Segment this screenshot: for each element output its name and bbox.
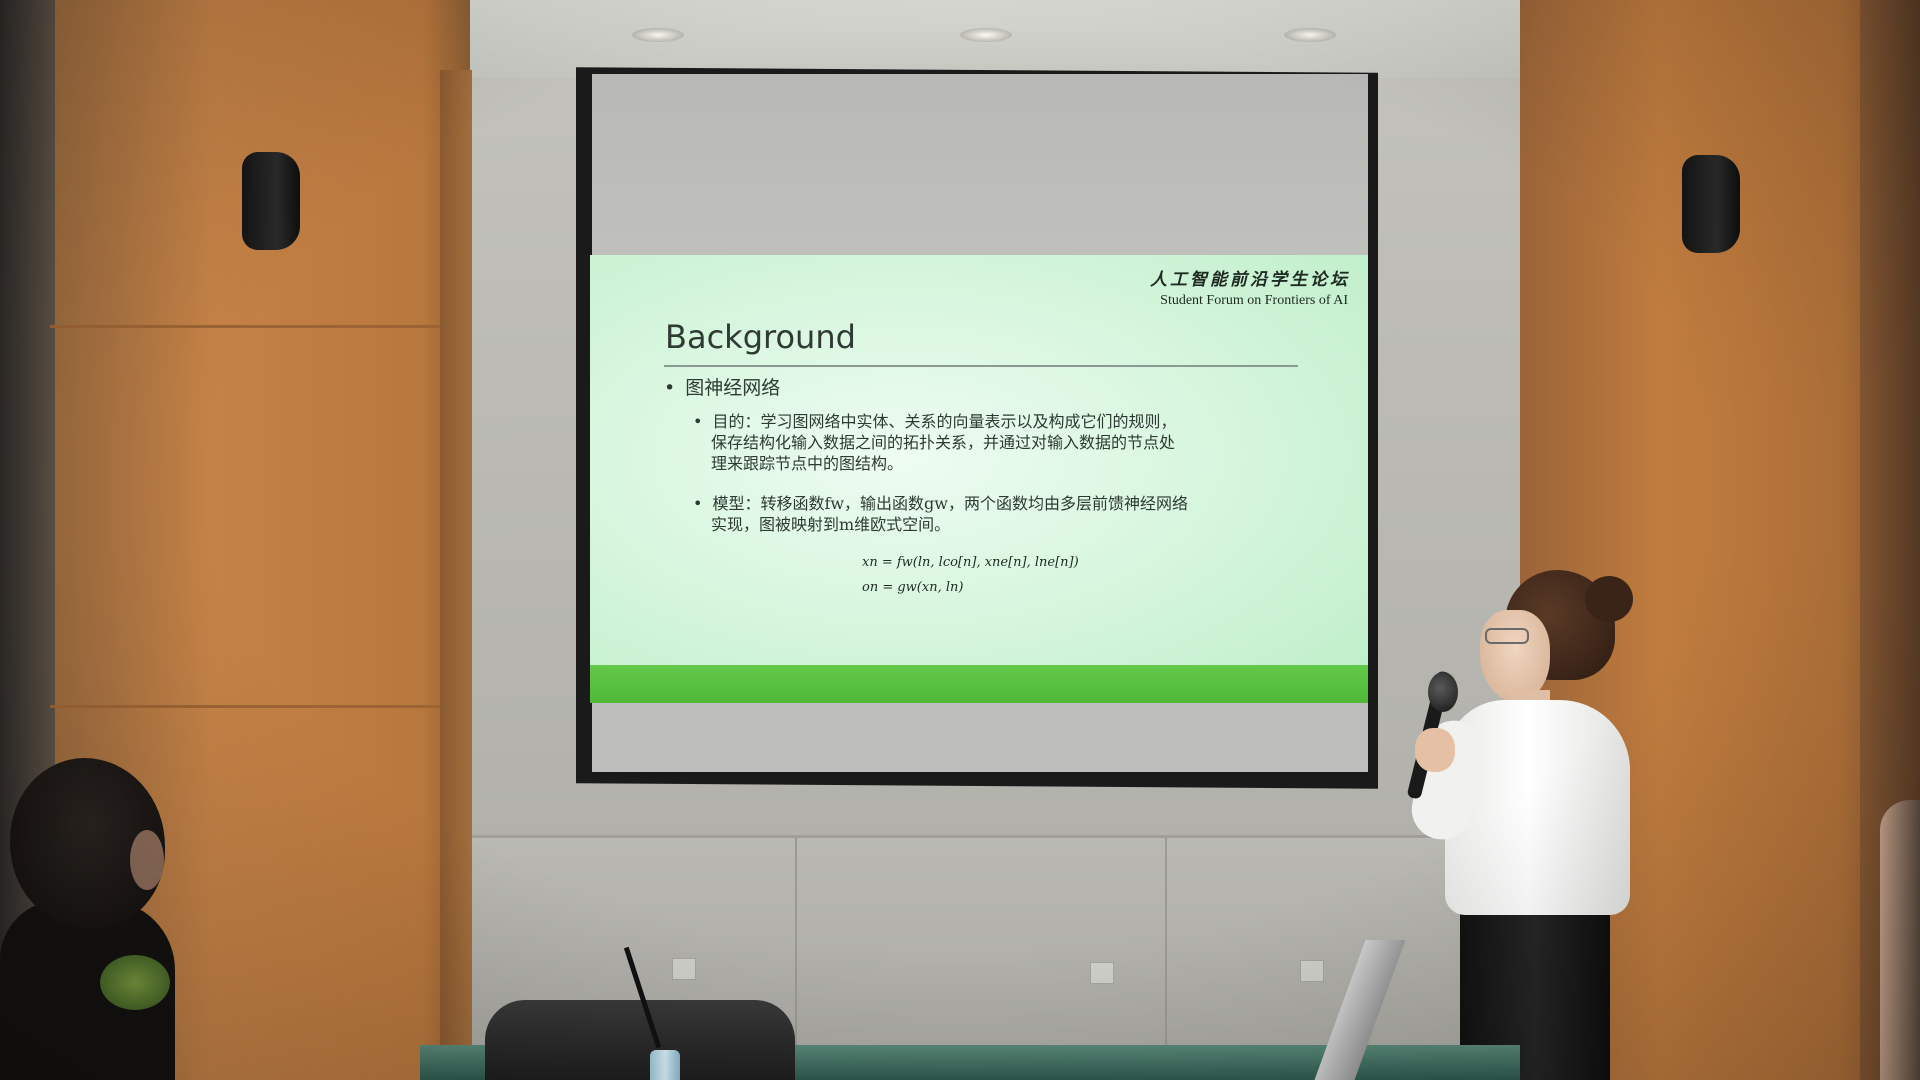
bullet-dot: • [693, 412, 703, 431]
wall-seam [50, 325, 470, 328]
forum-logo-english: Student Forum on Frontiers of AI [1160, 293, 1348, 308]
title-underline [664, 365, 1298, 367]
bullet-goal: • 目的：学习图网络中实体、关系的向量表示以及构成它们的规则， 保存结构化输入数据… [693, 411, 1176, 474]
bullet-dot: • [693, 494, 703, 513]
presenter-face [1480, 610, 1550, 702]
ceiling-light [1284, 28, 1336, 42]
wall-outlet [1300, 960, 1324, 982]
slide-green-bar [590, 665, 1368, 703]
bullet-goal-line-2: 保存结构化输入数据之间的拓扑关系，并通过对输入数据的节点处 [711, 433, 1176, 452]
bullet-model-line-1: 模型：转移函数fw，输出函数gw，两个函数均由多层前馈神经网络 [712, 494, 1188, 513]
bullet-model: • 模型：转移函数fw，输出函数gw，两个函数均由多层前馈神经网络 实现，图被映射… [693, 493, 1188, 535]
ceiling-light [632, 28, 684, 42]
bullet-model-line-2: 实现，图被映射到m维欧式空间。 [711, 515, 951, 534]
wall-seam [50, 705, 470, 708]
bullet-main-text: 图神经网络 [685, 377, 781, 399]
slide-title: Background [665, 318, 856, 356]
formula-output: on = gw(xn, ln) [862, 580, 964, 595]
partial-person-right [1880, 800, 1920, 1080]
wall-outlet [1090, 962, 1114, 984]
microphone-icon [1428, 672, 1458, 712]
water-bottle [650, 1050, 680, 1080]
wall-speaker-left [242, 152, 300, 250]
bullet-main: • 图神经网络 [664, 373, 780, 400]
presenter-hair-bun [1585, 576, 1633, 622]
bullet-dot: • [664, 377, 676, 399]
panel-seam [795, 838, 797, 1080]
ceiling-light [960, 28, 1012, 42]
bullet-goal-line-3: 理来跟踪节点中的图结构。 [711, 454, 904, 473]
wall-speaker-right [1682, 155, 1740, 253]
formula-transition: xn = fw(ln, lco[n], xne[n], lne[n]) [862, 555, 1079, 570]
panel-seam [1165, 838, 1167, 1080]
projected-slide: 人工智能前沿学生论坛 Student Forum on Frontiers of… [590, 255, 1368, 703]
wall-outlet [672, 958, 696, 980]
audience-member-ear [130, 830, 164, 890]
potted-plant [100, 955, 170, 1010]
forum-logo-chinese: 人工智能前沿学生论坛 [1150, 270, 1350, 290]
glasses-icon [1485, 628, 1529, 644]
backpack [485, 1000, 795, 1080]
lecture-room-photo: 人工智能前沿学生论坛 Student Forum on Frontiers of… [0, 0, 1920, 1080]
presenter-hand [1415, 728, 1455, 772]
bullet-goal-line-1: 目的：学习图网络中实体、关系的向量表示以及构成它们的规则， [712, 412, 1177, 431]
wood-pillar [440, 70, 472, 1080]
